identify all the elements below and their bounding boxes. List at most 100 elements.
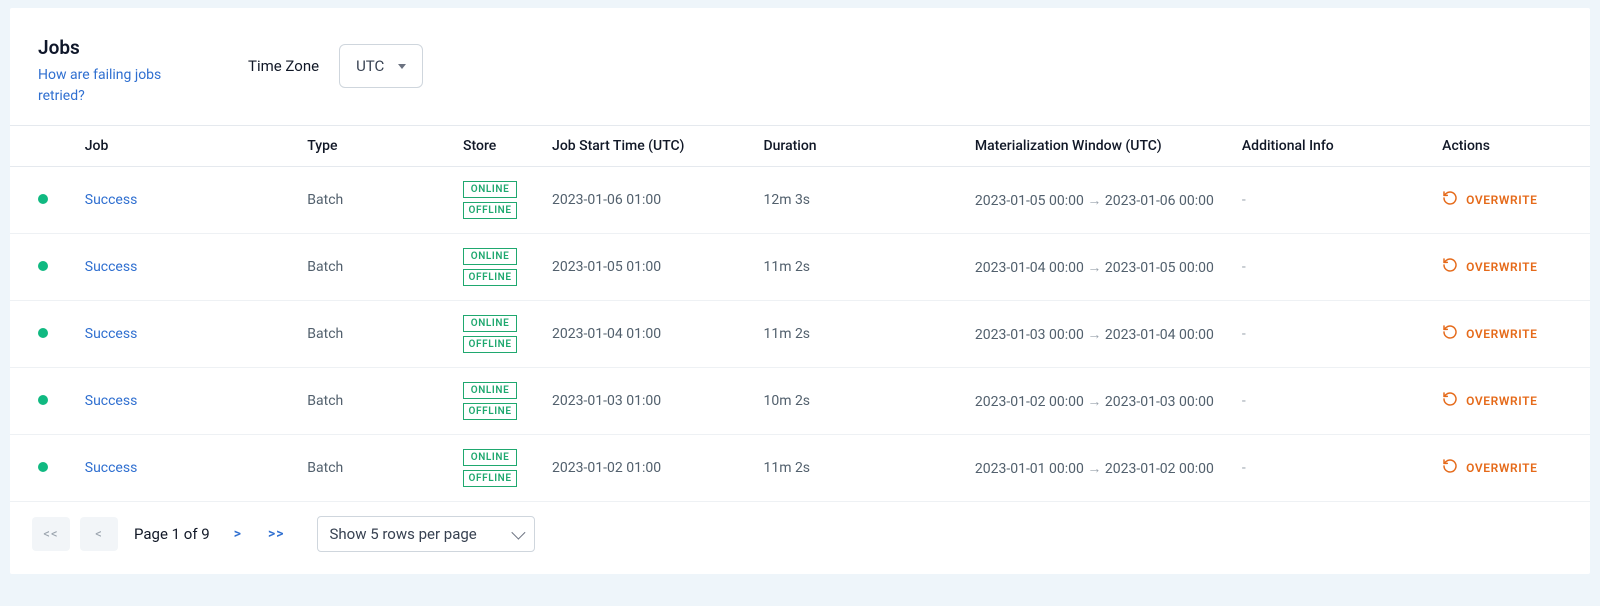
window-from: 2023-01-01 00:00 xyxy=(975,461,1084,477)
rows-per-page-select[interactable]: Show 5 rows per page xyxy=(317,516,535,552)
title-block: Jobs How are failing jobs retried? xyxy=(38,36,208,107)
col-store: Store xyxy=(455,126,544,167)
refresh-icon xyxy=(1442,324,1458,343)
job-type: Batch xyxy=(307,192,343,208)
window-to: 2023-01-05 00:00 xyxy=(1105,260,1214,276)
store-badges: ONLINEOFFLINE xyxy=(463,248,536,286)
additional-info: - xyxy=(1242,460,1246,476)
refresh-icon xyxy=(1442,458,1458,477)
table-row: Success Batch ONLINEOFFLINE 2023-01-05 01:0… xyxy=(10,234,1590,301)
job-duration: 10m 2s xyxy=(763,393,810,409)
chevron-down-icon xyxy=(511,526,525,540)
online-badge: ONLINE xyxy=(463,248,517,265)
job-status-link[interactable]: Success xyxy=(85,393,138,409)
table-row: Success Batch ONLINE OFFLINE 2023-01-02 01:0… xyxy=(10,435,1590,502)
col-duration: Duration xyxy=(755,126,966,167)
job-duration: 11m 2s xyxy=(763,326,810,342)
refresh-icon xyxy=(1442,257,1458,276)
online-badge: ONLINE xyxy=(463,315,517,332)
page-title: Jobs xyxy=(38,36,208,59)
window-from: 2023-01-02 00:00 xyxy=(975,394,1084,410)
table-row: SuccessBatchONLINEOFFLINE2023-01-06 01:0… xyxy=(10,167,1590,234)
job-status-link[interactable]: Success xyxy=(85,259,138,275)
window-to: 2023-01-06 00:00 xyxy=(1105,193,1214,209)
page-next-button[interactable]: > xyxy=(226,520,250,548)
panel-header: Jobs How are failing jobs retried? Time … xyxy=(10,8,1590,125)
col-status xyxy=(10,126,77,167)
timezone-value: UTC xyxy=(356,57,384,75)
col-window: Materialization Window (UTC) xyxy=(967,126,1234,167)
table-header-row: Job Type Store Job Start Time (UTC) Dura… xyxy=(10,126,1590,167)
page-last-button[interactable]: >> xyxy=(260,520,293,548)
refresh-icon xyxy=(1442,391,1458,410)
arrow-right-icon: → xyxy=(1087,260,1101,276)
overwrite-button[interactable]: OVERWRITE xyxy=(1442,324,1537,343)
job-status-link[interactable]: Success xyxy=(85,460,138,476)
store-badges: ONLINE OFFLINE xyxy=(463,315,536,353)
job-type: Batch xyxy=(307,259,343,275)
store-badges: ONLINE OFFLINE xyxy=(463,382,536,420)
job-status-link[interactable]: Success xyxy=(85,192,138,208)
store-badges: ONLINEOFFLINE xyxy=(463,181,536,219)
job-status-link[interactable]: Success xyxy=(85,326,138,342)
job-duration: 11m 2s xyxy=(763,460,810,476)
page-label: Page 1 of 9 xyxy=(134,525,210,543)
online-badge: ONLINE xyxy=(463,382,517,399)
timezone-label: Time Zone xyxy=(248,57,319,75)
col-job: Job xyxy=(77,126,300,167)
job-start-time: 2023-01-04 01:00 xyxy=(552,326,661,342)
store-badges: ONLINE OFFLINE xyxy=(463,449,536,487)
col-start: Job Start Time (UTC) xyxy=(544,126,755,167)
status-dot-icon xyxy=(38,395,48,405)
job-start-time: 2023-01-05 01:00 xyxy=(552,259,661,275)
job-start-time: 2023-01-03 01:00 xyxy=(552,393,661,409)
offline-badge: OFFLINE xyxy=(463,403,517,420)
timezone-block: Time Zone UTC xyxy=(248,44,423,88)
offline-badge: OFFLINE xyxy=(463,470,517,487)
offline-badge: OFFLINE xyxy=(463,336,517,353)
window-from: 2023-01-05 00:00 xyxy=(975,193,1084,209)
col-actions: Actions xyxy=(1434,126,1590,167)
page-first-button[interactable]: << xyxy=(32,517,70,551)
job-type: Batch xyxy=(307,460,343,476)
status-dot-icon xyxy=(38,194,48,204)
refresh-icon xyxy=(1442,190,1458,209)
table-row: SuccessBatchONLINEOFFLINE2023-01-04 01:0… xyxy=(10,301,1590,368)
overwrite-label: OVERWRITE xyxy=(1466,193,1537,207)
job-type: Batch xyxy=(307,393,343,409)
arrow-right-icon: → xyxy=(1087,327,1101,343)
status-dot-icon xyxy=(38,462,48,472)
overwrite-button[interactable]: OVERWRITE xyxy=(1442,257,1537,276)
arrow-right-icon: → xyxy=(1087,193,1101,209)
overwrite-button[interactable]: OVERWRITE xyxy=(1442,391,1537,410)
additional-info: - xyxy=(1242,326,1246,342)
col-type: Type xyxy=(299,126,455,167)
overwrite-button[interactable]: OVERWRITE xyxy=(1442,190,1537,209)
window-to: 2023-01-03 00:00 xyxy=(1105,394,1214,410)
arrow-right-icon: → xyxy=(1087,461,1101,477)
overwrite-label: OVERWRITE xyxy=(1466,461,1537,475)
window-to: 2023-01-04 00:00 xyxy=(1105,327,1214,343)
status-dot-icon xyxy=(38,261,48,271)
additional-info: - xyxy=(1242,393,1246,409)
help-link[interactable]: How are failing jobs retried? xyxy=(38,67,161,104)
job-duration: 11m 2s xyxy=(763,259,810,275)
page-prev-button[interactable]: < xyxy=(80,517,118,551)
online-badge: ONLINE xyxy=(463,449,517,466)
overwrite-label: OVERWRITE xyxy=(1466,260,1537,274)
online-badge: ONLINE xyxy=(463,181,517,198)
overwrite-button[interactable]: OVERWRITE xyxy=(1442,458,1537,477)
status-dot-icon xyxy=(38,328,48,338)
window-from: 2023-01-04 00:00 xyxy=(975,260,1084,276)
jobs-panel: Jobs How are failing jobs retried? Time … xyxy=(10,8,1590,574)
arrow-right-icon: → xyxy=(1087,394,1101,410)
window-to: 2023-01-02 00:00 xyxy=(1105,461,1214,477)
jobs-table: Job Type Store Job Start Time (UTC) Dura… xyxy=(10,125,1590,502)
job-start-time: 2023-01-02 01:00 xyxy=(552,460,661,476)
pagination: << < Page 1 of 9 > >> Show 5 rows per pa… xyxy=(10,502,1590,574)
chevron-down-icon xyxy=(398,64,406,69)
table-row: Success Batch ONLINE OFFLINE 2023-01-03 01:0… xyxy=(10,368,1590,435)
job-duration: 12m 3s xyxy=(763,192,810,208)
additional-info: - xyxy=(1242,259,1246,275)
timezone-select[interactable]: UTC xyxy=(339,44,423,88)
